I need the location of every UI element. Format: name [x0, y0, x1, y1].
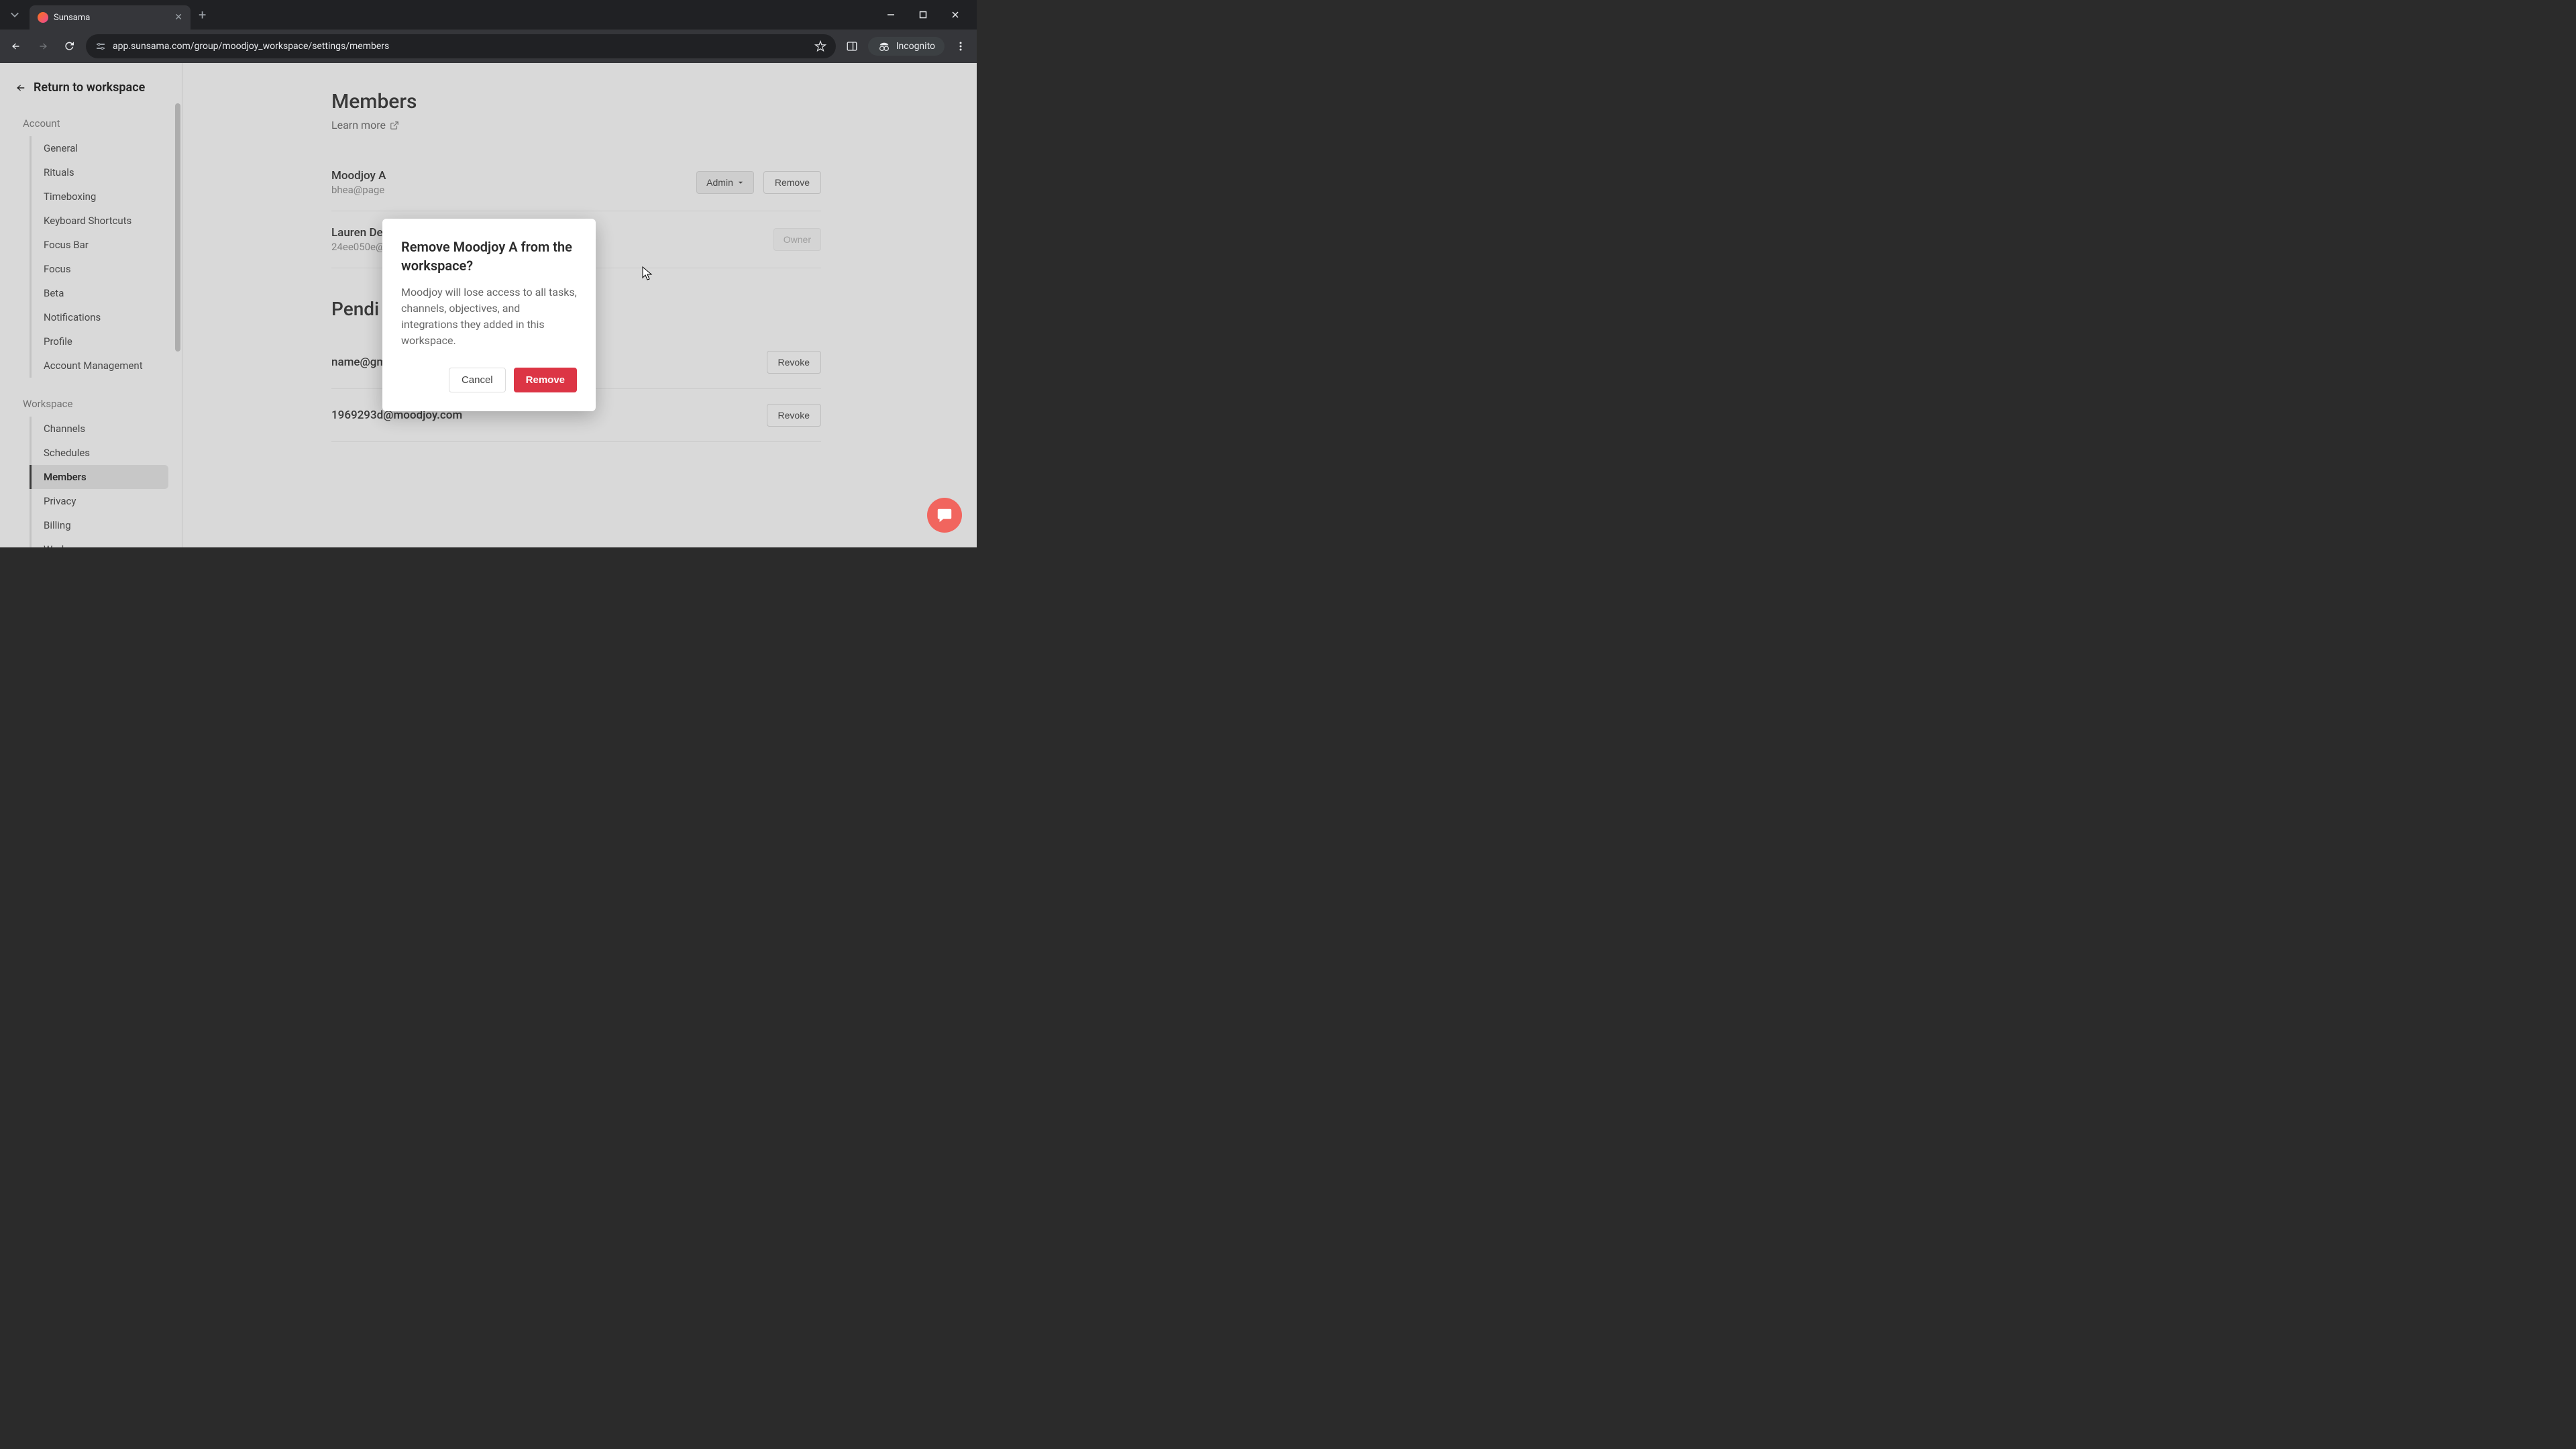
remove-member-modal: Remove Moodjoy A from the workspace? Moo… — [382, 219, 596, 411]
maximize-button[interactable] — [910, 5, 936, 25]
confirm-remove-button[interactable]: Remove — [514, 368, 577, 392]
side-panel-button[interactable] — [841, 36, 863, 57]
favicon-icon — [38, 12, 48, 23]
close-tab-icon[interactable]: ✕ — [174, 12, 182, 23]
forward-button[interactable] — [32, 36, 54, 57]
minimize-button[interactable] — [877, 5, 904, 25]
mouse-cursor-icon — [642, 266, 653, 281]
chevron-down-icon — [10, 10, 19, 19]
browser-toolbar: app.sunsama.com/group/moodjoy_workspace/… — [0, 30, 977, 63]
incognito-label: Incognito — [896, 41, 935, 52]
browser-tab[interactable]: Sunsama ✕ — [30, 5, 191, 30]
incognito-badge[interactable]: Incognito — [868, 37, 945, 56]
app-viewport: Return to workspace Account General Ritu… — [0, 63, 977, 547]
window-controls — [877, 5, 977, 25]
bookmark-star-icon[interactable] — [814, 40, 826, 52]
close-window-button[interactable] — [942, 5, 969, 25]
address-bar[interactable]: app.sunsama.com/group/moodjoy_workspace/… — [86, 34, 836, 58]
tab-title: Sunsama — [54, 13, 169, 23]
browser-tab-strip: Sunsama ✕ + — [0, 0, 977, 30]
url-text: app.sunsama.com/group/moodjoy_workspace/… — [113, 41, 808, 52]
incognito-icon — [877, 41, 891, 52]
back-button[interactable] — [5, 36, 27, 57]
reload-button[interactable] — [59, 36, 80, 57]
modal-title: Remove Moodjoy A from the workspace? — [401, 237, 577, 275]
browser-menu-button[interactable] — [950, 36, 971, 57]
chat-bubble-icon — [936, 506, 953, 524]
tab-search-dropdown[interactable] — [3, 3, 27, 27]
cancel-button[interactable]: Cancel — [449, 368, 506, 392]
intercom-launcher[interactable] — [927, 498, 962, 533]
modal-body: Moodjoy will lose access to all tasks, c… — [401, 284, 577, 349]
new-tab-button[interactable]: + — [199, 7, 206, 23]
site-settings-icon[interactable] — [95, 41, 106, 52]
